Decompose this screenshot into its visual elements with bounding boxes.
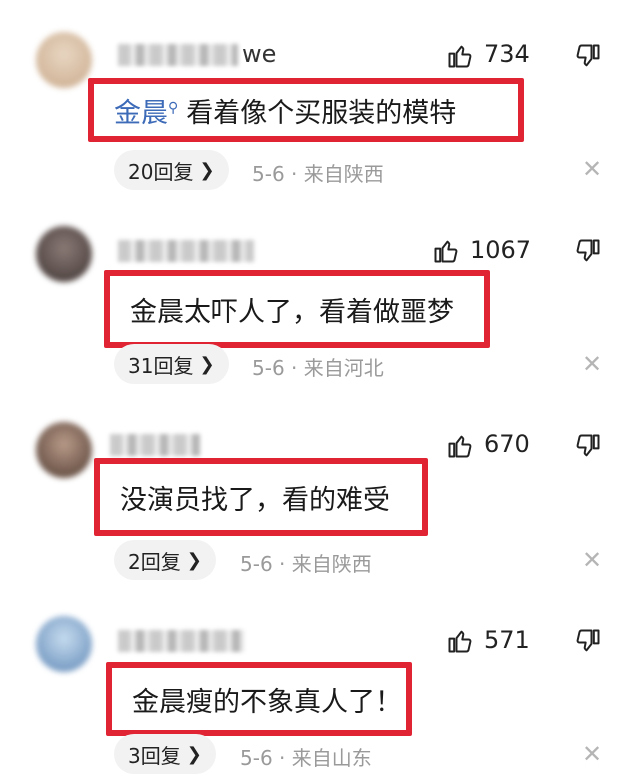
dislike-icon[interactable] xyxy=(574,237,602,265)
reply-count-label: 31回复 xyxy=(128,353,194,378)
dislike-icon[interactable] xyxy=(574,432,602,460)
comment-body: 金晨瘦的不象真人了！ xyxy=(132,686,402,718)
reply-count-button[interactable]: 31回复 ❯ xyxy=(114,344,229,384)
chevron-right-icon: ❯ xyxy=(186,549,202,571)
chevron-right-icon: ❯ xyxy=(199,353,215,375)
comment-body: 金晨太吓人了，看着做噩梦 xyxy=(130,296,454,328)
like-count: 1067 xyxy=(470,236,532,264)
close-icon[interactable]: ✕ xyxy=(582,740,602,768)
reply-count-label: 2回复 xyxy=(128,549,181,574)
close-icon[interactable]: ✕ xyxy=(582,546,602,574)
comment-highlight-box: 金晨太吓人了，看着做噩梦 xyxy=(104,270,490,348)
dislike-icon[interactable] xyxy=(574,627,602,655)
avatar[interactable] xyxy=(36,616,92,672)
like-icon[interactable] xyxy=(432,237,460,265)
comment-body: 没演员找了，看的难受 xyxy=(120,484,390,516)
reply-count-label: 3回复 xyxy=(128,743,181,768)
like-count: 670 xyxy=(484,430,530,458)
comment-meta: 5-6 · 来自陕西 xyxy=(240,552,372,576)
comment-meta: 5-6 · 来自山东 xyxy=(240,746,372,770)
comment-meta: 5-6 · 来自河北 xyxy=(252,356,384,380)
comment-location: 来自陕西 xyxy=(291,552,372,576)
like-count: 571 xyxy=(484,626,530,654)
like-icon[interactable] xyxy=(446,432,474,460)
username-blurred[interactable] xyxy=(118,630,244,652)
avatar[interactable] xyxy=(36,422,92,478)
comment-item-4: 571 金晨瘦的不象真人了！ 3回复 ❯ 5-6 · 来自山东 ✕ xyxy=(0,0,640,774)
reply-count-button[interactable]: 2回复 ❯ xyxy=(114,540,216,580)
username-blurred[interactable] xyxy=(110,434,200,456)
comment-date: 5-6 xyxy=(252,356,285,380)
comment-highlight-box: 金晨瘦的不象真人了！ xyxy=(106,662,412,736)
username-blurred[interactable] xyxy=(118,240,254,262)
close-icon[interactable]: ✕ xyxy=(582,350,602,378)
comment-date: 5-6 xyxy=(240,746,273,770)
reply-count-button[interactable]: 3回复 ❯ xyxy=(114,734,216,774)
comment-location: 来自河北 xyxy=(303,356,384,380)
comment-date: 5-6 xyxy=(240,552,273,576)
comment-location: 来自山东 xyxy=(291,746,372,770)
like-icon[interactable] xyxy=(446,627,474,655)
chevron-right-icon: ❯ xyxy=(186,743,202,765)
avatar[interactable] xyxy=(36,226,92,282)
comment-highlight-box: 没演员找了，看的难受 xyxy=(94,458,428,536)
